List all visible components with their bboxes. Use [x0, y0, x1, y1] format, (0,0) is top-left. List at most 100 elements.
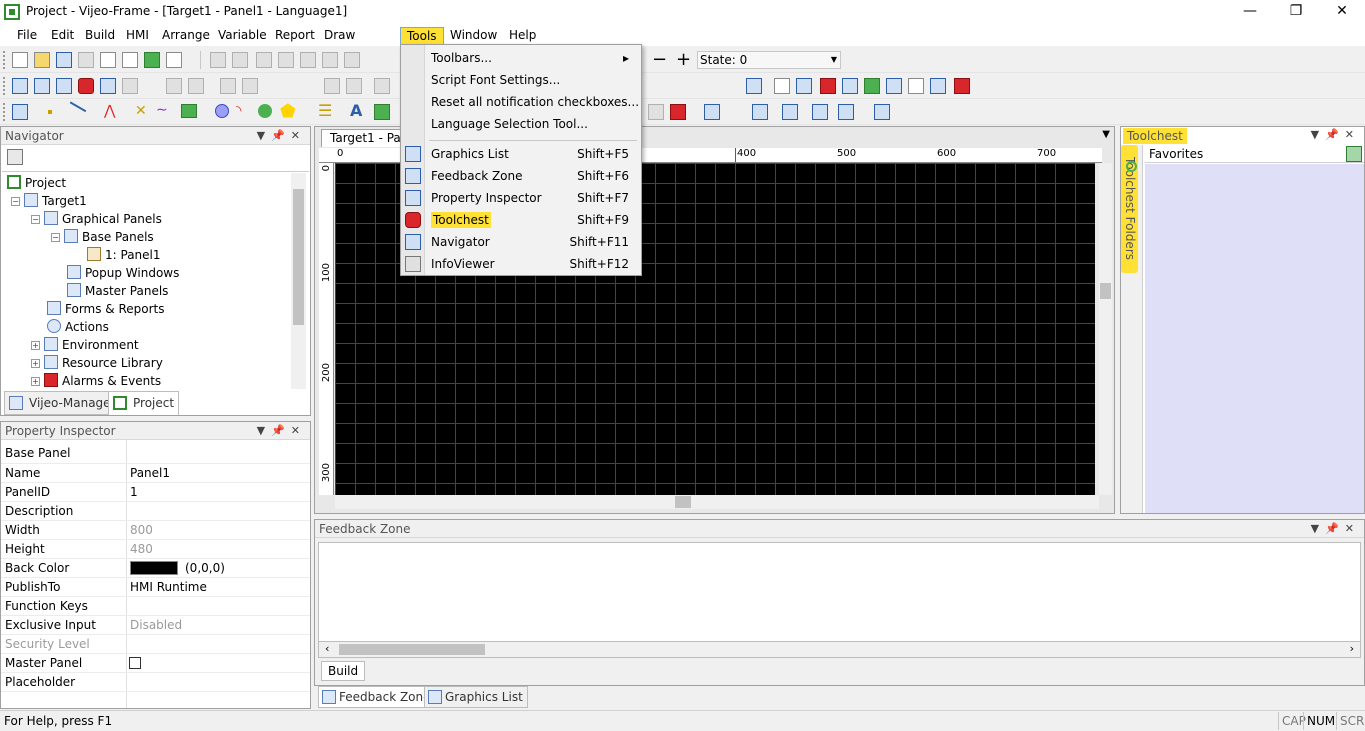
horizontal-scrollbar[interactable]: ‹ › — [318, 642, 1361, 658]
prop-row-height[interactable]: Height 480 — [1, 540, 310, 559]
toolchest-icon[interactable] — [78, 78, 94, 94]
layer-stack-icon[interactable] — [188, 78, 204, 94]
tree-item-resource-library[interactable]: + Resource Library — [31, 354, 163, 372]
menu-build[interactable]: Build — [79, 27, 121, 45]
arc-tool-icon[interactable]: ◝ — [236, 103, 241, 119]
save-icon[interactable] — [56, 52, 72, 68]
cut-icon[interactable] — [256, 52, 272, 68]
menu-item-property-inspector[interactable]: Property Inspector Shift+F7 — [427, 188, 639, 208]
property-inspector-icon[interactable] — [56, 78, 72, 94]
menu-item-script-font-settings[interactable]: Script Font Settings... — [427, 70, 639, 90]
collapse-icon[interactable]: − — [31, 215, 40, 224]
vertical-scrollbar[interactable] — [1099, 163, 1112, 495]
tree-item-target1[interactable]: − Target1 — [11, 192, 87, 210]
tree-item-alarms-events[interactable]: + Alarms & Events — [31, 372, 161, 390]
menu-arrange[interactable]: Arrange — [156, 27, 216, 45]
tree-item-panel1[interactable]: 1: Panel1 — [87, 246, 161, 264]
prop-row-back-color[interactable]: Back Color (0,0,0) — [1, 559, 310, 578]
text-tool-icon[interactable]: A — [350, 101, 362, 120]
check-icon[interactable] — [100, 52, 116, 68]
dot-tool-icon[interactable] — [48, 110, 52, 114]
tree-item-graphical-panels[interactable]: − Graphical Panels — [31, 210, 162, 228]
tree-item-forms-reports[interactable]: Forms & Reports — [47, 300, 165, 318]
color-swatch[interactable] — [130, 561, 178, 575]
counter-icon[interactable] — [930, 78, 946, 94]
navigator-scrollbar[interactable] — [291, 173, 306, 389]
prop-value[interactable]: HMI Runtime — [130, 578, 207, 597]
copy-icon[interactable] — [278, 52, 294, 68]
transfer-icon[interactable] — [166, 52, 182, 68]
toolchest-content[interactable] — [1145, 164, 1364, 513]
tree-icon[interactable] — [1346, 146, 1362, 162]
prop-row-function-keys[interactable]: Function Keys — [1, 597, 310, 616]
menu-item-reset-notifications[interactable]: Reset all notification checkboxes... — [427, 92, 639, 112]
variable-icon[interactable] — [774, 78, 790, 94]
rotate-icon[interactable] — [324, 78, 340, 94]
menu-item-graphics-list[interactable]: Graphics List Shift+F5 — [427, 144, 639, 164]
menu-item-navigator[interactable]: Navigator Shift+F11 — [427, 232, 639, 252]
feedback-zone-icon[interactable] — [34, 78, 50, 94]
open-folder-icon[interactable] — [34, 52, 50, 68]
scroll-right-icon[interactable]: › — [1350, 642, 1354, 655]
prop-row-name[interactable]: Name Panel1 — [1, 464, 310, 483]
panel-controls[interactable]: ▼📌✕ — [1311, 520, 1360, 538]
group-icon[interactable] — [752, 104, 768, 120]
toolbar-grip[interactable] — [3, 51, 7, 69]
menu-item-infoviewer[interactable]: InfoViewer Shift+F12 — [427, 254, 639, 274]
prop-row-exclusive-input[interactable]: Exclusive Input Disabled — [1, 616, 310, 635]
pointer-icon[interactable] — [12, 104, 28, 120]
menu-item-language-selection[interactable]: Language Selection Tool... — [427, 114, 639, 134]
download-icon[interactable] — [144, 52, 160, 68]
export-icon[interactable] — [908, 78, 924, 94]
minimize-button[interactable]: — — [1227, 0, 1273, 24]
toolbar-grip[interactable] — [3, 103, 7, 121]
menu-tools[interactable]: Tools — [400, 27, 444, 45]
menu-hmi[interactable]: HMI — [120, 27, 155, 45]
tab-build[interactable]: Build — [321, 661, 366, 681]
infoviewer-icon[interactable] — [122, 78, 138, 94]
rectangle-tool-icon[interactable] — [181, 104, 197, 118]
expand-icon[interactable]: + — [31, 359, 40, 368]
prop-row-placeholder[interactable]: Placeholder — [1, 673, 310, 692]
menu-file[interactable]: File — [11, 27, 43, 45]
trend-icon[interactable] — [886, 78, 902, 94]
toolbar-grip[interactable] — [3, 77, 7, 95]
prop-row-panelid[interactable]: PanelID 1 — [1, 483, 310, 502]
panel-controls[interactable]: ▼📌✕ — [1311, 128, 1360, 141]
scroll-thumb[interactable] — [339, 644, 485, 655]
grid-icon[interactable] — [874, 104, 890, 120]
menu-item-toolchest[interactable]: Toolchest Shift+F9 — [427, 210, 639, 230]
script-icon[interactable] — [796, 78, 812, 94]
fit-icon[interactable] — [838, 104, 854, 120]
feedback-output[interactable] — [318, 542, 1361, 642]
camera-icon[interactable] — [648, 104, 664, 120]
layer-icon[interactable] — [166, 78, 182, 94]
tab-feedback-zone[interactable]: Feedback Zone — [318, 686, 436, 708]
collapse-icon[interactable]: − — [51, 233, 60, 242]
graphics-list-icon[interactable] — [12, 78, 28, 94]
chevron-down-icon[interactable]: ▼ — [1102, 129, 1110, 140]
expand-icon[interactable]: + — [31, 377, 40, 386]
tab-graphics-list[interactable]: Graphics List — [424, 686, 528, 708]
horizontal-scrollbar[interactable] — [335, 495, 1099, 509]
ungroup-icon[interactable] — [782, 104, 798, 120]
tree-item-base-panels[interactable]: − Base Panels — [51, 228, 154, 246]
zoom-out-button[interactable]: − — [652, 51, 667, 69]
collapse-icon[interactable]: − — [11, 197, 20, 206]
state-select[interactable]: State: 0 ▼ — [697, 51, 841, 69]
favorites-header[interactable]: Favorites — [1145, 145, 1364, 163]
settings-icon[interactable] — [242, 78, 258, 94]
maximize-button[interactable]: ❐ — [1273, 0, 1319, 24]
properties-icon[interactable] — [122, 52, 138, 68]
print-icon[interactable] — [78, 52, 94, 68]
line-tool-icon[interactable] — [63, 101, 87, 123]
document-tab[interactable]: Target1 - Pa — [321, 129, 410, 147]
paste-icon[interactable] — [300, 52, 316, 68]
prop-row-master-panel[interactable]: Master Panel — [1, 654, 310, 673]
scroll-thumb[interactable] — [1100, 283, 1111, 299]
alarm-icon[interactable] — [820, 78, 836, 94]
panel-icon[interactable] — [746, 78, 762, 94]
ellipse-tool-icon[interactable] — [215, 104, 229, 118]
tab-project[interactable]: Project — [108, 391, 180, 415]
scroll-thumb[interactable] — [293, 189, 304, 325]
